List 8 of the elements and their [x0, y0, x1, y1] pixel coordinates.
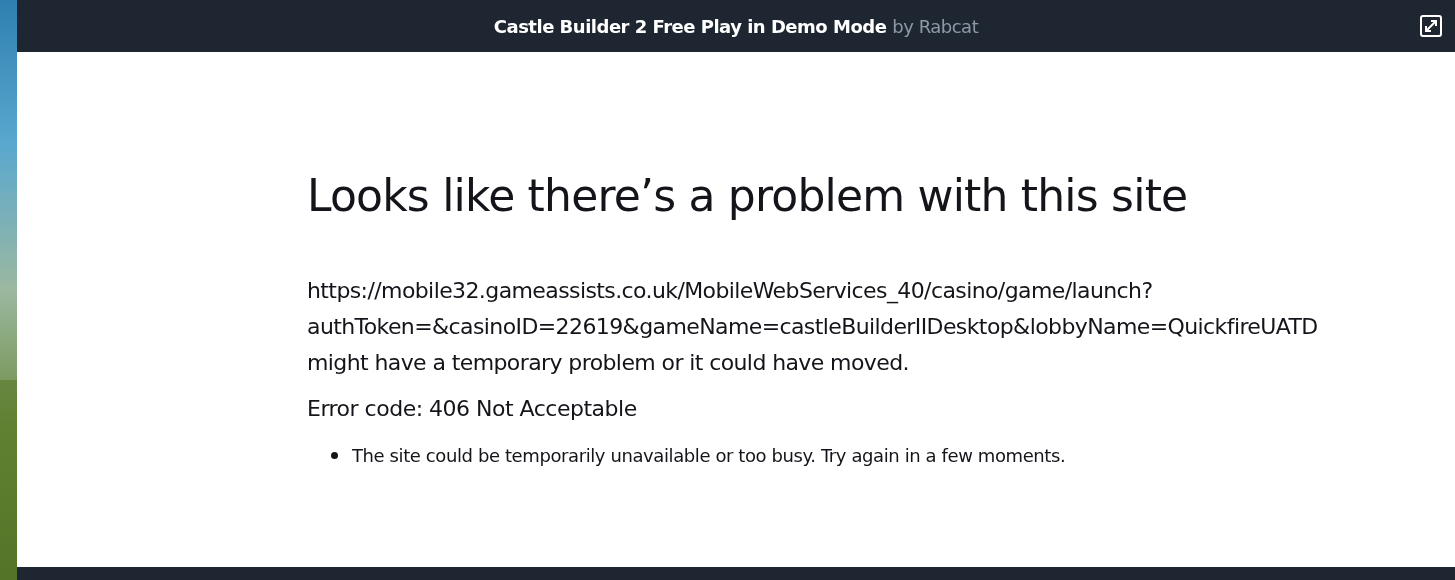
error-heading: Looks like there’s a problem with this site: [307, 170, 1189, 221]
game-title: Castle Builder 2 Free Play in Demo Mode: [493, 15, 887, 37]
error-code: Error code: 406 Not Acceptable: [307, 396, 638, 421]
fullscreen-icon[interactable]: [1420, 15, 1442, 37]
bullet-icon: [331, 452, 338, 459]
suggestion-text: The site could be temporarily unavailable or too busy. Try again in a few moments.: [352, 445, 1066, 466]
byline: by Rabcat: [892, 15, 979, 37]
error-message: https://mobile32.gameassists.co.uk/MobileWebServices_40/casino/game/launch? authToken=&casinoID=22619&gameName=castleBuilderIIDesktop&lobbyName=QuickfireUATD might have a temporary problem or it could have moved.: [307, 277, 1319, 377]
